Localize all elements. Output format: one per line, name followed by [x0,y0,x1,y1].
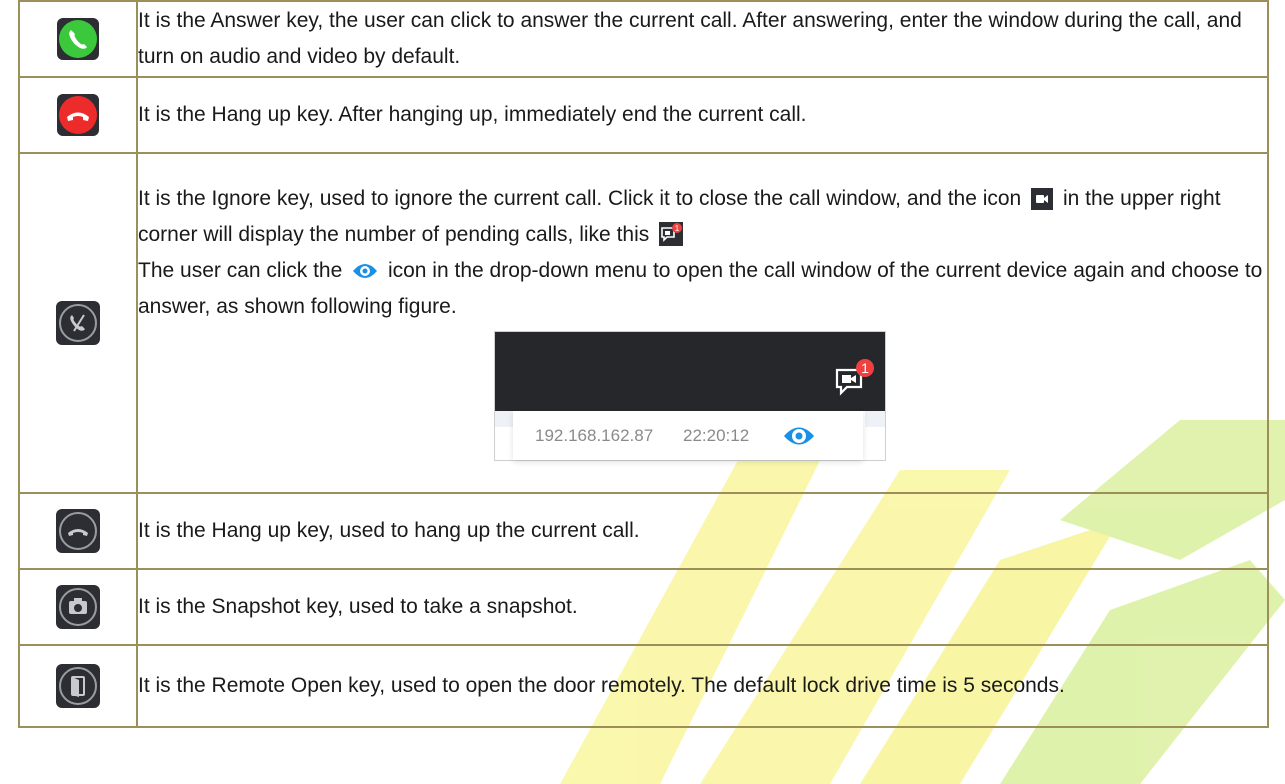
chat-video-badge-icon: 1 [835,359,874,396]
view-call-eye-icon[interactable] [783,422,815,450]
svg-text:1: 1 [675,224,680,233]
pending-call-menu-item[interactable]: 192.168.162.87 22:20:12 [513,411,863,460]
ignore-line2-pre: The user can click the [138,259,343,282]
snapshot-camera-icon [56,585,100,629]
hangup-dark-icon [56,509,100,553]
table-row: It is the Snapshot key, used to take a s… [18,568,1269,646]
video-call-icon [1031,188,1054,210]
badge-count: 1 [861,360,869,376]
answer-key-description: It is the Answer key, the user can click… [136,0,1269,78]
table-row: It is the Hang up key, used to hang up t… [18,492,1269,570]
ignore-key-description: It is the Ignore key, used to ignore the… [136,152,1269,494]
table-row: It is the Ignore key, used to ignore the… [18,152,1269,494]
pending-calls-badge-icon: 1 [659,222,684,246]
hangup-key-description: It is the Hang up key. After hanging up,… [136,76,1269,154]
ignore-call-icon [56,301,100,345]
keys-table: It is the Answer key, the user can click… [18,0,1269,728]
hangup-dark-description: It is the Hang up key, used to hang up t… [136,492,1269,570]
remote-open-door-icon [56,664,100,708]
figure-header-bar: 1 [495,332,885,411]
remote-open-description: It is the Remote Open key, used to open … [136,644,1269,728]
eye-icon [353,264,378,278]
phone-answer-icon [57,18,99,60]
ignore-line1-pre: It is the Ignore key, used to ignore the… [138,187,1022,210]
device-ip: 192.168.162.87 [535,426,654,445]
snapshot-key-description: It is the Snapshot key, used to take a s… [136,568,1269,646]
call-time: 22:20:12 [683,426,750,445]
table-row: It is the Answer key, the user can click… [18,0,1269,78]
table-row: It is the Remote Open key, used to open … [18,644,1269,728]
table-row: It is the Hang up key. After hanging up,… [18,76,1269,154]
phone-hangup-red-icon [57,94,99,136]
call-menu-figure: 1 192.168.162.87 22:20:12 [494,331,886,461]
